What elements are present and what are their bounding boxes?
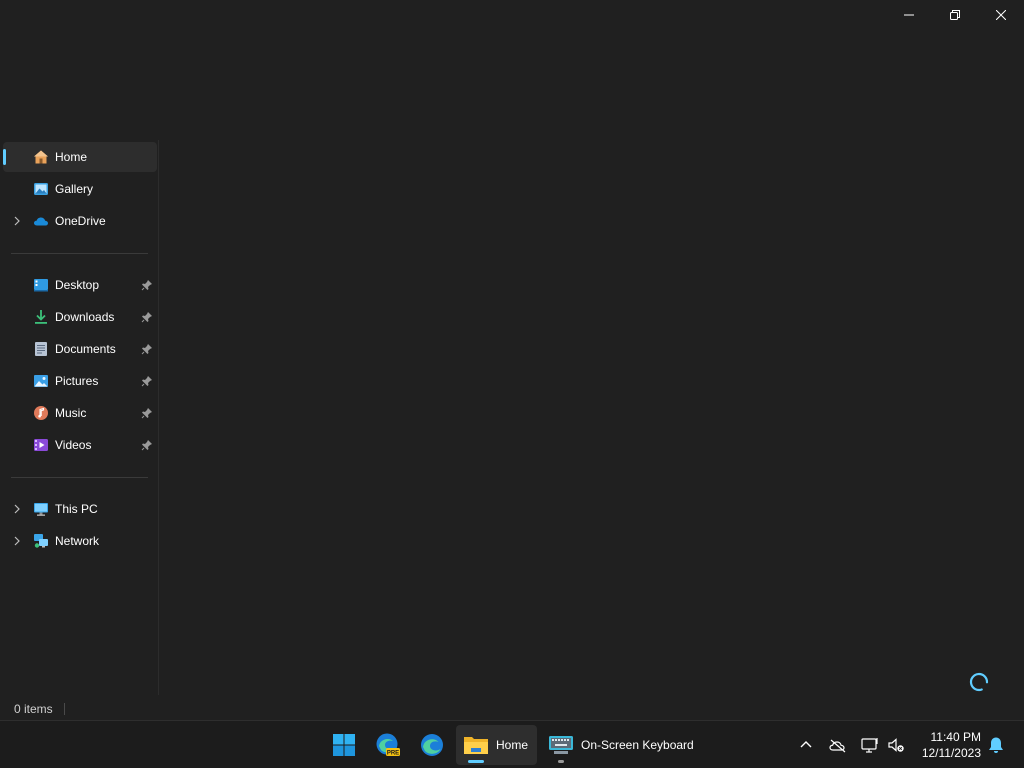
nav-item-label: Gallery	[55, 182, 94, 196]
divider	[11, 253, 148, 254]
item-count: 0 items	[14, 702, 53, 716]
active-app-indicator	[468, 760, 484, 763]
nav-item-label: Pictures	[55, 374, 99, 388]
onedrive-offline-icon[interactable]	[828, 735, 848, 755]
clock[interactable]: 11:40 PM 12/11/2023	[922, 729, 981, 761]
running-app-indicator	[558, 760, 564, 763]
navigation-pane: Home Gallery OneDrive Desktop Downloads …	[0, 140, 158, 695]
nav-item-network[interactable]: Network	[3, 526, 157, 556]
nav-item-label: Home	[55, 150, 88, 164]
gallery-icon	[34, 183, 48, 195]
home-icon	[34, 150, 48, 164]
nav-item-gallery[interactable]: Gallery	[3, 174, 157, 204]
pin-icon[interactable]	[141, 343, 153, 355]
nav-item-home[interactable]: Home	[3, 142, 157, 172]
taskbar-app-label: On-Screen Keyboard	[581, 738, 694, 752]
nav-item-label: This PC	[55, 502, 98, 516]
chevron-right-icon[interactable]	[11, 535, 23, 547]
onedrive-icon	[34, 217, 48, 226]
nav-item-label: Network	[55, 534, 100, 548]
nav-item-this-pc[interactable]: This PC	[3, 494, 157, 524]
caption-buttons	[886, 0, 1024, 30]
clock-date: 12/11/2023	[921, 746, 981, 760]
pictures-folder-icon	[34, 375, 48, 387]
close-icon	[996, 10, 1006, 20]
taskbar-file-explorer[interactable]: Home	[456, 725, 537, 765]
keyboard-icon	[549, 736, 573, 754]
nav-item-downloads[interactable]: Downloads	[3, 302, 157, 332]
nav-item-music[interactable]: Music	[3, 398, 157, 428]
taskbar-edge[interactable]	[412, 725, 452, 765]
pin-icon[interactable]	[141, 407, 153, 419]
chevron-right-icon[interactable]	[11, 503, 23, 515]
nav-item-documents[interactable]: Documents	[3, 334, 157, 364]
nav-item-label: Videos	[55, 438, 92, 452]
notification-bell-icon[interactable]	[986, 735, 1006, 755]
nav-item-label: Downloads	[55, 310, 115, 324]
clock-time: 11:40 PM	[930, 730, 981, 744]
pin-icon[interactable]	[141, 279, 153, 291]
taskbar-edge-preview[interactable]: PRE	[368, 725, 408, 765]
edge-preview-badge: PRE	[387, 751, 399, 757]
network-status-icon[interactable]	[860, 735, 880, 755]
nav-item-label: Documents	[55, 342, 116, 356]
edge-icon	[421, 734, 443, 756]
network-icon	[34, 534, 48, 548]
taskbar-on-screen-keyboard[interactable]: On-Screen Keyboard	[541, 725, 701, 765]
close-button[interactable]	[978, 0, 1024, 30]
status-separator	[64, 703, 65, 715]
documents-folder-icon	[35, 342, 47, 356]
downloads-folder-icon	[35, 310, 47, 324]
restore-button[interactable]	[932, 0, 978, 30]
nav-item-label: OneDrive	[55, 214, 106, 228]
pin-icon[interactable]	[141, 311, 153, 323]
content-area	[159, 140, 1024, 695]
this-pc-icon	[34, 503, 48, 516]
loading-spinner-icon	[969, 672, 989, 692]
file-explorer-window: Home Gallery OneDrive Desktop Downloads …	[0, 0, 1024, 720]
nav-item-desktop[interactable]: Desktop	[3, 270, 157, 300]
music-folder-icon	[34, 406, 48, 420]
nav-item-label: Music	[55, 406, 87, 420]
status-bar: 0 items	[0, 698, 1024, 720]
volume-muted-icon[interactable]	[886, 735, 906, 755]
nav-item-label: Desktop	[55, 278, 100, 292]
chevron-right-icon[interactable]	[11, 215, 23, 227]
start-button[interactable]	[324, 725, 364, 765]
pin-icon[interactable]	[141, 439, 153, 451]
desktop-folder-icon	[34, 279, 48, 292]
selection-indicator	[3, 149, 6, 165]
windows-start-icon	[333, 734, 355, 756]
minimize-button[interactable]	[886, 0, 932, 30]
videos-folder-icon	[34, 439, 48, 451]
divider	[11, 477, 148, 478]
taskbar-app-label: Home	[496, 738, 529, 752]
edge-preview-icon: PRE	[376, 733, 400, 757]
nav-item-videos[interactable]: Videos	[3, 430, 157, 460]
file-explorer-icon	[464, 737, 488, 754]
taskbar: PRE Home On-Screen Keyboard 11:40 PM 12/…	[0, 720, 1024, 768]
pin-icon[interactable]	[141, 375, 153, 387]
restore-icon	[950, 10, 960, 20]
minimize-icon	[904, 14, 914, 16]
nav-item-pictures[interactable]: Pictures	[3, 366, 157, 396]
nav-item-onedrive[interactable]: OneDrive	[3, 206, 157, 236]
chevron-up-icon[interactable]	[796, 735, 816, 755]
